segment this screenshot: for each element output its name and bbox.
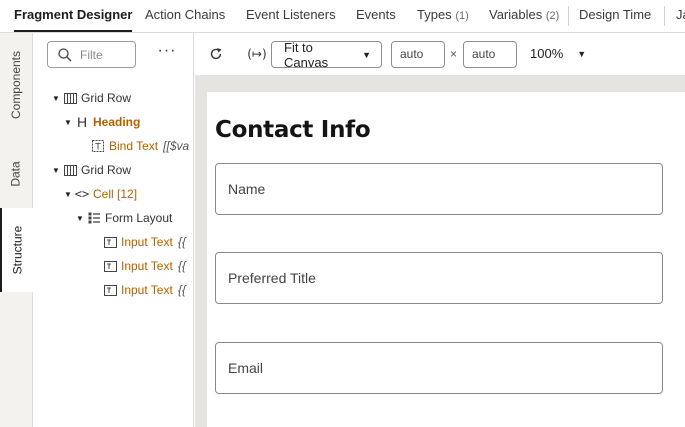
form-layout-icon	[86, 211, 102, 225]
bind-text-icon: T	[90, 139, 106, 153]
caret-down-icon[interactable]: ▼	[64, 190, 74, 199]
tree-item-input-text[interactable]: Input Text {{	[102, 255, 186, 277]
caret-down-icon[interactable]: ▼	[64, 118, 74, 127]
zoom-select[interactable]: 100% ▼	[530, 46, 586, 61]
tab-divider	[664, 6, 665, 26]
tree-item-expression: [[$va	[163, 139, 190, 153]
tree-item-expression: {{	[177, 259, 186, 273]
tab-label: Fragment Designer	[14, 7, 133, 22]
input-text-icon	[102, 259, 118, 273]
tab-fragment-designer[interactable]: Fragment Designer	[14, 0, 133, 32]
grid-row-icon	[62, 91, 78, 105]
tree-item-label: Input Text	[121, 259, 173, 273]
tab-action-chains[interactable]: Action Chains	[145, 0, 225, 32]
side-tab-data[interactable]: Data	[0, 143, 32, 205]
tree-item-form-layout[interactable]: ▼ Form Layout	[76, 207, 172, 229]
fit-mode-value: Fit to Canvas	[284, 39, 329, 70]
height-input[interactable]: auto	[463, 41, 517, 68]
more-options-icon[interactable]: ···	[155, 43, 179, 63]
page-heading[interactable]: Contact Info	[215, 117, 371, 143]
tab-divider	[568, 6, 569, 26]
tree-item-label: Form Layout	[105, 211, 173, 225]
side-tab-components[interactable]: Components	[0, 41, 32, 129]
width-input[interactable]: auto	[391, 41, 445, 68]
tab-events[interactable]: Events	[356, 0, 396, 32]
tree-item-grid-row[interactable]: ▼ Grid Row	[52, 87, 131, 109]
caret-down-icon[interactable]: ▼	[76, 214, 86, 223]
tree-item-label: Input Text	[121, 235, 173, 249]
tab-label: Action Chains	[145, 7, 226, 22]
grid-row-icon	[62, 163, 78, 177]
tab-label: Ja	[676, 7, 685, 22]
side-tab-rail: Components Data Structure	[0, 33, 33, 427]
field-label: Name	[228, 181, 266, 197]
filter-field[interactable]	[47, 41, 136, 68]
tab-count: (2)	[545, 10, 560, 22]
top-tab-bar: Fragment Designer Action Chains Event Li…	[0, 0, 685, 33]
side-tab-label: Structure	[10, 225, 25, 275]
zoom-value: 100%	[530, 46, 564, 61]
tree-item-expression: {{	[177, 283, 186, 297]
tab-variables[interactable]: Variables (2)	[489, 0, 559, 32]
tree-item-bind-text[interactable]: T Bind Text [[$va	[90, 135, 189, 157]
chevron-down-icon: ▼	[362, 49, 371, 60]
tab-label: Event Listeners	[246, 7, 336, 22]
field-label: Email	[228, 360, 264, 376]
tab-label: Types	[417, 7, 452, 22]
filter-input[interactable]	[80, 47, 130, 62]
tab-label: Variables	[489, 7, 543, 22]
tree-item-label: Bind Text	[109, 139, 159, 153]
structure-panel: ··· ▼ Grid Row ▼ H Heading T Bind Text […	[33, 33, 194, 427]
tree-item-input-text[interactable]: Input Text {{	[102, 231, 186, 253]
input-text-icon	[102, 235, 118, 249]
canvas-toolbar: (↦) Fit to Canvas ▼ auto × auto 100% ▼	[195, 33, 685, 76]
name-field[interactable]: Name	[215, 163, 663, 215]
tree-item-cell[interactable]: ▼ <> Cell [12]	[64, 183, 137, 205]
heading-icon: H	[76, 114, 88, 130]
caret-down-icon[interactable]: ▼	[52, 166, 62, 175]
tab-ja[interactable]: Ja	[676, 0, 685, 32]
tab-event-listeners[interactable]: Event Listeners	[246, 0, 336, 32]
email-field[interactable]: Email	[215, 342, 663, 394]
svg-text:T: T	[94, 143, 101, 153]
input-text-icon	[102, 283, 118, 297]
times-symbol: ×	[450, 47, 458, 61]
fit-width-icon[interactable]: (↦)	[246, 43, 268, 65]
cell-code-icon: <>	[74, 187, 90, 201]
tree-item-grid-row[interactable]: ▼ Grid Row	[52, 159, 131, 181]
tab-label: Events	[356, 7, 396, 22]
tab-types[interactable]: Types (1)	[417, 0, 469, 32]
preferred-title-field[interactable]: Preferred Title	[215, 252, 663, 304]
tree-item-label: Heading	[93, 115, 141, 129]
search-icon	[58, 47, 72, 61]
fit-mode-select[interactable]: Fit to Canvas ▼	[271, 39, 382, 70]
tree-item-label: Grid Row	[81, 91, 132, 105]
tab-design-time[interactable]: Design Time	[579, 0, 651, 32]
refresh-icon[interactable]	[207, 43, 225, 65]
side-tab-label: Components	[9, 50, 24, 120]
tree-item-label: Cell [12]	[93, 187, 138, 201]
side-tab-label: Data	[8, 161, 23, 187]
chevron-down-icon: ▼	[577, 48, 587, 59]
side-tab-structure[interactable]: Structure	[0, 208, 33, 292]
caret-down-icon[interactable]: ▼	[52, 94, 62, 103]
tab-count: (1)	[455, 10, 469, 22]
tree-item-heading[interactable]: ▼ H Heading	[64, 111, 140, 133]
tree-item-label: Input Text	[121, 283, 173, 297]
tree-item-expression: {{	[177, 235, 186, 249]
tree-item-label: Grid Row	[81, 163, 132, 177]
field-label: Preferred Title	[228, 270, 316, 286]
tab-label: Design Time	[579, 7, 652, 22]
tree-item-input-text[interactable]: Input Text {{	[102, 279, 186, 301]
